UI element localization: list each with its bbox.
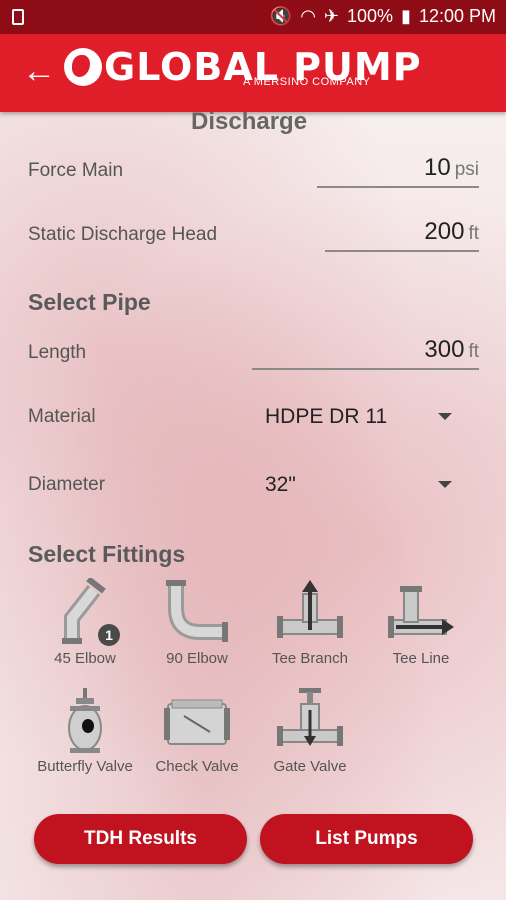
battery-icon: ▮	[401, 6, 411, 26]
static-discharge-head-field[interactable]: 200 ft	[325, 218, 479, 252]
length-unit: ft	[468, 341, 479, 362]
wifi-icon: ◠	[300, 6, 316, 26]
gate-valve-icon	[277, 688, 343, 746]
fitting-gate-valve[interactable]: Gate Valve	[255, 686, 365, 775]
section-title-select-pipe: Select Pipe	[28, 289, 151, 315]
fitting-check-valve[interactable]: Check Valve	[142, 686, 252, 775]
tee-branch-icon	[277, 580, 343, 638]
sd-card-icon	[12, 9, 24, 25]
status-bar: 🔇 ◠ ✈ 100% ▮ 12:00 PM	[0, 0, 506, 34]
90-elbow-icon	[166, 580, 228, 642]
airplane-icon: ✈	[323, 6, 339, 26]
section-title-select-fittings: Select Fittings	[28, 541, 186, 567]
material-dropdown-icon[interactable]	[438, 413, 452, 420]
fitting-label: 90 Elbow	[166, 650, 228, 667]
fitting-tee-line[interactable]: Tee Line	[366, 578, 476, 667]
diameter-dropdown-icon[interactable]	[438, 481, 452, 488]
check-valve-icon	[164, 699, 230, 745]
tdh-results-button[interactable]: TDH Results	[34, 814, 247, 864]
fitting-count-badge: 1	[98, 624, 120, 646]
fitting-tee-branch[interactable]: Tee Branch	[255, 578, 365, 667]
butterfly-valve-icon	[68, 688, 102, 753]
back-arrow-icon[interactable]: ←	[22, 52, 56, 90]
fitting-label: Tee Line	[392, 650, 450, 667]
brand-tagline: A MERSINO COMPANY	[243, 76, 371, 88]
fitting-label: Butterfly Valve	[37, 758, 133, 775]
length-label: Length	[28, 342, 87, 363]
fitting-label: Tee Branch	[272, 650, 348, 667]
fitting-90-elbow[interactable]: 90 Elbow	[142, 578, 252, 667]
static-discharge-head-label: Static Discharge Head	[28, 224, 218, 245]
fitting-45-elbow[interactable]: 1 45 Elbow	[30, 578, 140, 667]
section-title-discharge: Discharge	[191, 108, 308, 135]
static-discharge-head-unit: ft	[468, 223, 479, 244]
app-bar: ← GLOBAL PUMP A MERSINO COMPANY	[0, 34, 506, 112]
length-field[interactable]: 300 ft	[252, 336, 479, 370]
battery-percent: 100%	[347, 6, 394, 26]
fitting-label: Check Valve	[155, 758, 239, 775]
force-main-field[interactable]: 10 psi	[317, 154, 479, 188]
force-main-value: 10	[424, 154, 451, 181]
fitting-label: Gate Valve	[273, 758, 347, 775]
static-discharge-head-value: 200	[424, 218, 465, 245]
material-select[interactable]: HDPE DR 11	[265, 405, 387, 429]
diameter-select[interactable]: 32"	[265, 473, 296, 497]
mute-icon: 🔇	[269, 6, 293, 26]
brand-logo: GLOBAL PUMP	[64, 46, 422, 100]
fitting-label: 45 Elbow	[54, 650, 116, 667]
tee-line-icon	[388, 586, 454, 638]
length-value: 300	[424, 336, 465, 363]
clock: 12:00 PM	[418, 6, 496, 26]
diameter-label: Diameter	[28, 474, 106, 495]
force-main-unit: psi	[454, 159, 479, 180]
force-main-label: Force Main	[28, 160, 124, 181]
material-label: Material	[28, 406, 96, 427]
globe-icon	[64, 48, 102, 86]
list-pumps-button[interactable]: List Pumps	[260, 814, 473, 864]
fitting-butterfly-valve[interactable]: Butterfly Valve	[30, 686, 140, 775]
